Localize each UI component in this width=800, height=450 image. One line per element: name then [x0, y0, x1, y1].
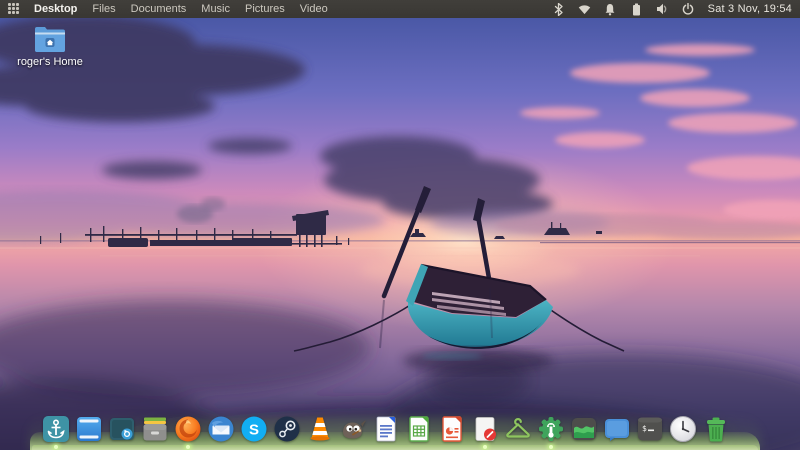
dock-steam-icon[interactable]: [273, 415, 301, 443]
dock-gimp-icon[interactable]: [339, 415, 367, 443]
wifi-icon[interactable]: [578, 3, 591, 16]
dock-skype-icon[interactable]: S: [240, 415, 268, 443]
dock-terminal-icon[interactable]: $: [636, 415, 664, 443]
dock-libreoffice-writer-icon[interactable]: [372, 415, 400, 443]
dock-trash-icon[interactable]: [702, 415, 730, 443]
wallpaper-sunset-boat: [0, 18, 800, 450]
home-folder-icon: [34, 26, 66, 53]
dock: S $: [42, 415, 730, 443]
dock-text-editor-icon[interactable]: [471, 415, 499, 443]
app-grid-icon[interactable]: [8, 3, 22, 15]
power-icon[interactable]: [682, 3, 695, 16]
menu-documents[interactable]: Documents: [131, 3, 187, 15]
dock-clock-icon[interactable]: [669, 415, 697, 443]
dock-thunderbird-icon[interactable]: [207, 415, 235, 443]
notifications-bell-icon[interactable]: [604, 3, 617, 16]
svg-text:S: S: [249, 422, 259, 439]
system-tray: Sat 3 Nov, 19:54: [552, 3, 792, 16]
global-menu: Desktop Files Documents Music Pictures V…: [34, 3, 328, 15]
dock-messages-icon[interactable]: [603, 415, 631, 443]
dock-screenshot-icon[interactable]: [108, 415, 136, 443]
battery-icon[interactable]: [630, 3, 643, 16]
dock-desktop-preferences-icon[interactable]: [75, 415, 103, 443]
desktop-icon-home[interactable]: roger's Home: [18, 26, 82, 68]
menu-video[interactable]: Video: [300, 3, 328, 15]
dock-vlc-icon[interactable]: [306, 415, 334, 443]
svg-text:$: $: [642, 424, 647, 433]
volume-icon[interactable]: [656, 3, 669, 16]
dock-libreoffice-calc-icon[interactable]: [405, 415, 433, 443]
menu-pictures[interactable]: Pictures: [245, 3, 285, 15]
dock-wardrobe-hanger-icon[interactable]: [504, 415, 532, 443]
dock-system-monitor-icon[interactable]: [570, 415, 598, 443]
dock-shelf-edge: [32, 445, 758, 450]
panel-clock[interactable]: Sat 3 Nov, 19:54: [708, 3, 792, 15]
dock-settings-gear-icon[interactable]: [537, 415, 565, 443]
menu-files[interactable]: Files: [92, 3, 115, 15]
menu-music[interactable]: Music: [201, 3, 230, 15]
dock-archive-manager-icon[interactable]: [141, 415, 169, 443]
desktop-icon-label: roger's Home: [17, 56, 83, 68]
dock-plank-anchor-icon[interactable]: [42, 415, 70, 443]
menu-desktop[interactable]: Desktop: [34, 3, 77, 15]
dock-firefox-icon[interactable]: [174, 415, 202, 443]
bluetooth-icon[interactable]: [552, 3, 565, 16]
dock-libreoffice-impress-icon[interactable]: [438, 415, 466, 443]
top-panel: Desktop Files Documents Music Pictures V…: [0, 0, 800, 18]
